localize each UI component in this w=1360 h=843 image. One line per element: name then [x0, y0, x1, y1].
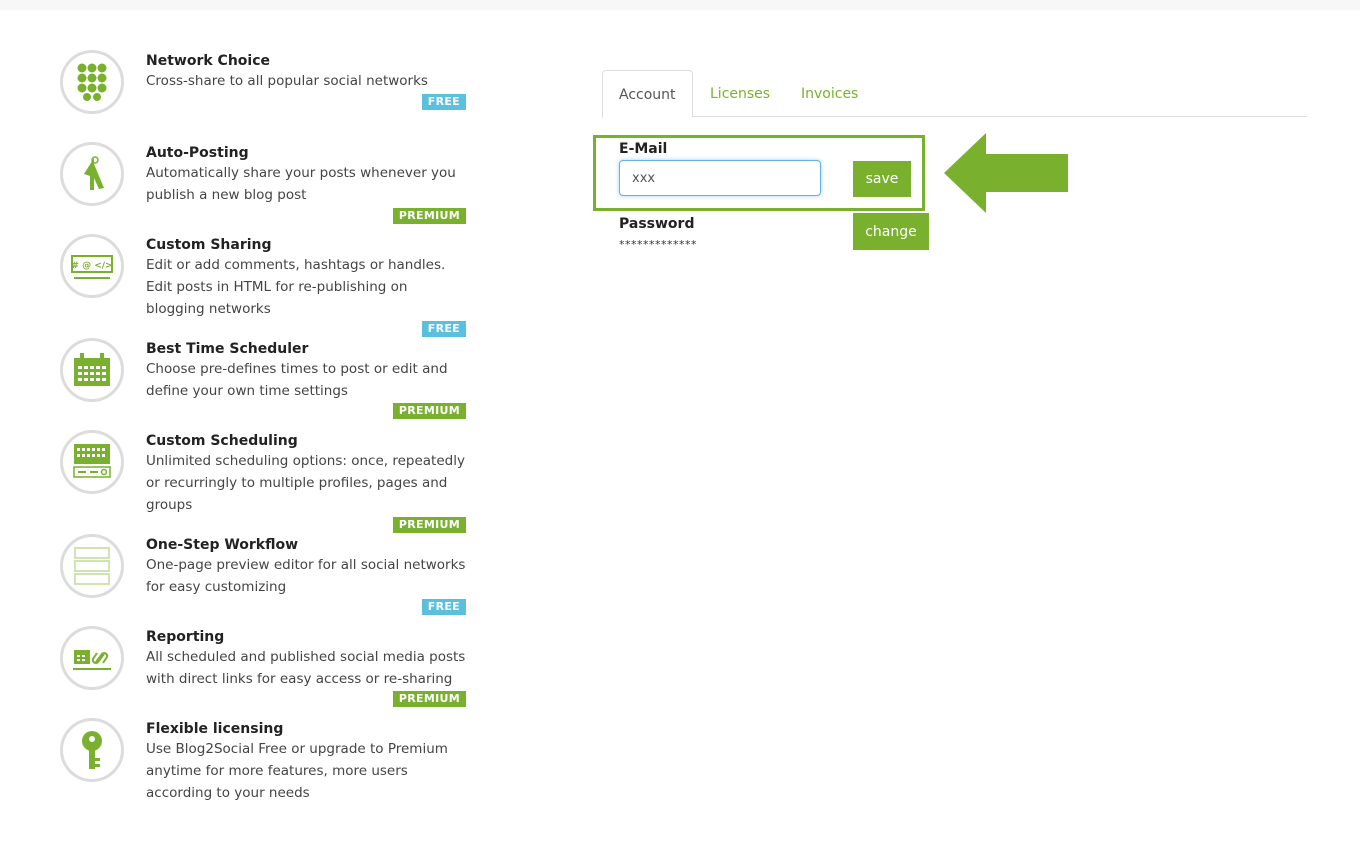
cursor-icon: [60, 142, 124, 206]
free-badge: FREE: [421, 599, 466, 615]
free-badge: FREE: [421, 94, 466, 110]
feature-description: Unlimited scheduling options: once, repe…: [146, 453, 465, 513]
premium-badge: PREMIUM: [392, 403, 466, 419]
premium-badge: PREMIUM: [392, 208, 466, 224]
feature-reporting: Reporting All scheduled and published so…: [60, 626, 470, 707]
feature-title: Custom Sharing: [146, 237, 272, 253]
feature-flexible-licensing: Flexible licensing Use Blog2Social Free …: [60, 718, 470, 808]
free-badge: FREE: [421, 321, 466, 337]
feature-custom-sharing: # @ </> Custom Sharing Edit or add comme…: [60, 234, 470, 337]
feature-title: Best Time Scheduler: [146, 341, 309, 357]
feature-description: All scheduled and published social media…: [146, 649, 466, 687]
calendar-grid-icon: [60, 430, 124, 494]
feature-description: One-page preview editor for all social n…: [146, 557, 466, 595]
feature-one-step-workflow: One-Step Workflow One-page preview edito…: [60, 534, 470, 615]
feature-title: Reporting: [146, 629, 225, 645]
tab-account[interactable]: Account: [602, 70, 693, 118]
feature-description: Choose pre-defines times to post or edit…: [146, 361, 448, 399]
feature-title: Auto-Posting: [146, 145, 249, 161]
key-icon: [60, 718, 124, 782]
save-button[interactable]: save: [853, 161, 911, 197]
password-label: Password: [619, 216, 695, 232]
feature-description: Automatically share your posts whenever …: [146, 165, 456, 203]
feature-title: Custom Scheduling: [146, 433, 298, 449]
report-link-icon: [60, 626, 124, 690]
premium-badge: PREMIUM: [392, 517, 466, 533]
change-password-button[interactable]: change: [853, 213, 929, 250]
premium-badge: PREMIUM: [392, 691, 466, 707]
feature-title: Network Choice: [146, 53, 270, 69]
feature-network-choice: Network Choice Cross-share to all popula…: [60, 50, 470, 120]
feature-description: Cross-share to all popular social networ…: [146, 73, 428, 89]
feature-custom-scheduling: Custom Scheduling Unlimited scheduling o…: [60, 430, 470, 533]
code-tags-icon: # @ </>: [60, 234, 124, 298]
workflow-icon: [60, 534, 124, 598]
feature-auto-posting: Auto-Posting Automatically share your po…: [60, 142, 470, 224]
arrow-left-icon: [944, 133, 1068, 213]
top-border: [0, 0, 1360, 10]
email-label: E-Mail: [619, 141, 668, 157]
feature-title: Flexible licensing: [146, 721, 284, 737]
feature-title: One-Step Workflow: [146, 537, 299, 553]
feature-description: Use Blog2Social Free or upgrade to Premi…: [146, 741, 448, 801]
account-tabs: Account Licenses Invoices: [602, 70, 1307, 118]
password-value: *************: [619, 238, 697, 251]
feature-best-time-scheduler: Best Time Scheduler Choose pre-defines t…: [60, 338, 470, 419]
svg-text:# @ </>: # @ </>: [71, 261, 112, 271]
email-field[interactable]: [619, 160, 821, 196]
feature-description: Edit or add comments, hashtags or handle…: [146, 257, 446, 317]
network-icon: [60, 50, 124, 114]
tab-licenses[interactable]: Licenses: [694, 70, 786, 116]
tab-invoices[interactable]: Invoices: [785, 70, 874, 116]
calendar-icon: [60, 338, 124, 402]
